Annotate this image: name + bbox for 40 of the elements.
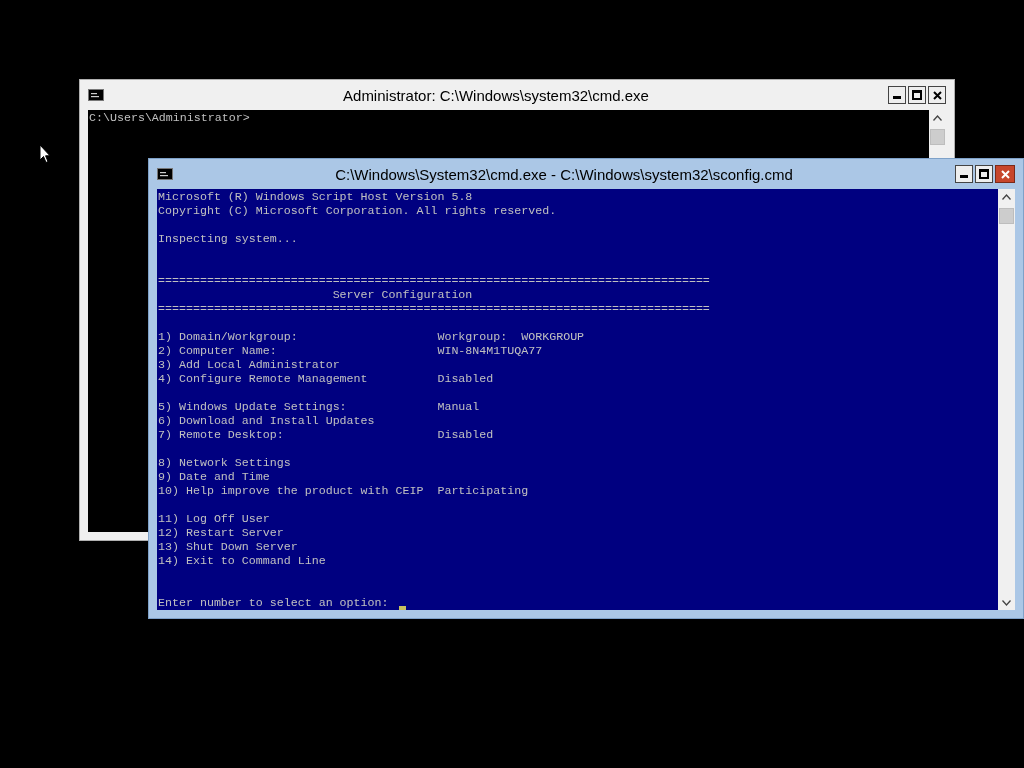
console-icon — [157, 168, 173, 180]
prompt-text: Enter number to select an option: — [158, 596, 389, 610]
separator-line: =============================================================================== — [158, 274, 710, 288]
option-value: Disabled — [437, 428, 494, 442]
console-icon — [88, 89, 104, 101]
menu-option: 13) Shut Down Server — [158, 540, 438, 554]
menu-option: 5) Windows Update Settings: — [158, 400, 438, 414]
console-text: C:\Users\Administrator> — [89, 111, 250, 125]
option-value: WIN-8N4M1TUQA77 — [437, 344, 543, 358]
console-text: Microsoft (R) Windows Script Host Version 5.8 — [158, 190, 473, 204]
option-value: Manual — [437, 400, 480, 414]
menu-option: 12) Restart Server — [158, 526, 438, 540]
menu-option: 8) Network Settings — [158, 456, 438, 470]
banner-title: Server Configuration — [331, 288, 473, 302]
menu-option: 7) Remote Desktop: — [158, 428, 438, 442]
menu-option: 10) Help improve the product with CEIP — [158, 484, 438, 498]
console-text: Inspecting system... — [158, 232, 298, 246]
menu-option: 9) Date and Time — [158, 470, 438, 484]
minimize-button[interactable] — [955, 165, 973, 183]
option-value: Workgroup: WORKGROUP — [437, 330, 585, 344]
scrollbar-thumb[interactable] — [999, 208, 1014, 224]
menu-option: 3) Add Local Administrator — [158, 358, 438, 372]
menu-option: 4) Configure Remote Management — [158, 372, 438, 386]
menu-option: 11) Log Off User — [158, 512, 438, 526]
option-value: Participating — [437, 484, 529, 498]
menu-option: 2) Computer Name: — [158, 344, 438, 358]
menu-option: 1) Domain/Workgroup: — [158, 330, 438, 344]
menu-option: 14) Exit to Command Line — [158, 554, 438, 568]
close-icon — [1000, 169, 1010, 179]
console-text: Copyright (C) Microsoft Corporation. All rights reserved. — [158, 204, 557, 218]
option-value: Disabled — [437, 372, 494, 386]
separator-line: =============================================================================== — [158, 302, 710, 316]
mouse-pointer-icon — [39, 144, 51, 164]
text-cursor — [398, 606, 406, 610]
menu-option: 6) Download and Install Updates — [158, 414, 438, 428]
close-button[interactable] — [995, 165, 1015, 183]
window-title: C:\Windows\System32\cmd.exe - C:\Windows\system32\sconfig.cmd — [334, 165, 794, 183]
maximize-button[interactable] — [975, 165, 993, 183]
close-icon — [932, 90, 942, 100]
window-title: Administrator: C:\Windows\system32\cmd.exe — [342, 86, 650, 104]
